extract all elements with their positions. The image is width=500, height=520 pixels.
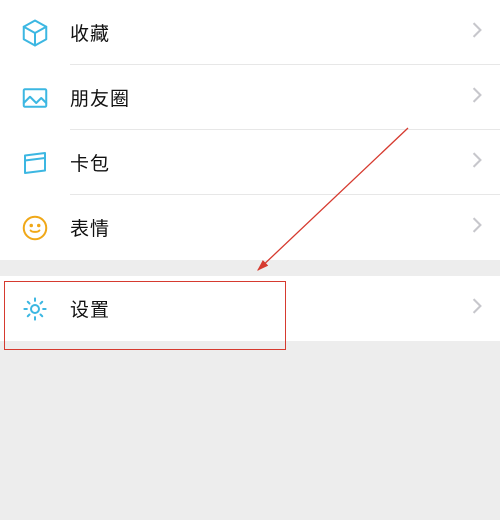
smile-icon xyxy=(20,213,70,243)
chevron-right-icon xyxy=(472,87,482,108)
cube-icon xyxy=(20,18,70,48)
menu-item-label: 卡包 xyxy=(70,149,472,176)
menu-item-settings[interactable]: 设置 xyxy=(0,276,500,341)
wallet-icon xyxy=(20,148,70,178)
menu-group-1: 收藏 朋友圈 卡包 xyxy=(0,0,500,260)
menu-item-label: 收藏 xyxy=(70,19,472,46)
menu-item-moments[interactable]: 朋友圈 xyxy=(0,65,500,130)
gear-icon xyxy=(20,294,70,324)
menu-item-label: 表情 xyxy=(70,214,472,241)
menu-item-label: 朋友圈 xyxy=(70,84,472,111)
menu-item-stickers[interactable]: 表情 xyxy=(0,195,500,260)
photo-icon xyxy=(20,83,70,113)
section-divider xyxy=(0,260,500,276)
menu-item-label: 设置 xyxy=(70,295,472,322)
chevron-right-icon xyxy=(472,152,482,173)
chevron-right-icon xyxy=(472,22,482,43)
menu-item-cards[interactable]: 卡包 xyxy=(0,130,500,195)
menu-item-favorites[interactable]: 收藏 xyxy=(0,0,500,65)
menu-group-2: 设置 xyxy=(0,276,500,341)
chevron-right-icon xyxy=(472,217,482,238)
chevron-right-icon xyxy=(472,298,482,319)
